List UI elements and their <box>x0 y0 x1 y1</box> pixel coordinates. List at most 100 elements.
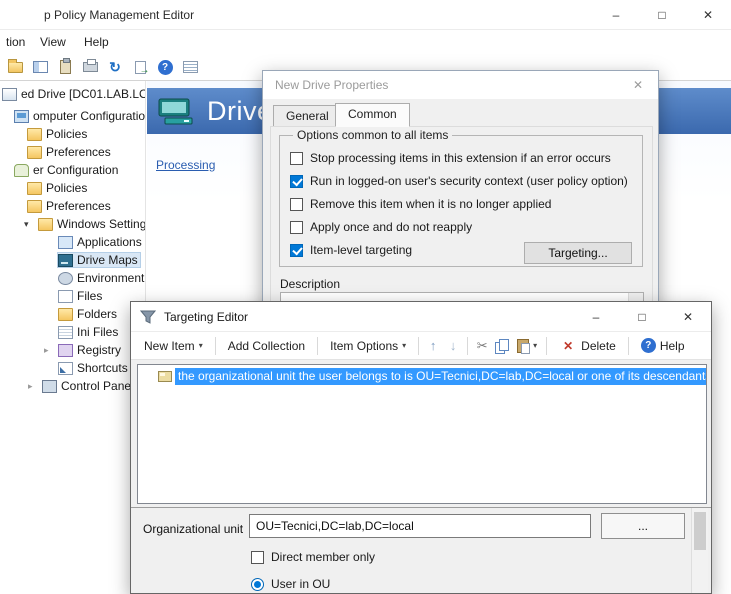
targeting-item-text: the organizational unit the user belongs… <box>175 368 706 385</box>
help-icon: ? <box>641 338 656 353</box>
toolbar-separator <box>215 337 216 355</box>
help-button[interactable]: ?Help <box>634 335 692 356</box>
show-console-tree-icon[interactable] <box>31 58 49 76</box>
option-item-level-targeting[interactable]: Item-level targeting <box>290 243 412 257</box>
checkbox-unchecked[interactable] <box>251 551 264 564</box>
menu-help[interactable]: Help <box>80 34 113 50</box>
close-icon[interactable]: ✕ <box>618 71 658 99</box>
new-item-button[interactable]: New Item▾ <box>137 336 210 356</box>
tab-general[interactable]: General <box>273 105 342 127</box>
tree-item-policies-user[interactable]: Policies <box>0 179 145 197</box>
paste-button[interactable]: ▾ <box>513 336 541 356</box>
main-titlebar: p Policy Management Editor – □ ✕ <box>0 0 731 30</box>
checkbox-checked[interactable] <box>290 244 303 257</box>
delete-button[interactable]: Delete <box>552 334 623 358</box>
option-remove-when-no-longer-applied[interactable]: Remove this item when it is no longer ap… <box>290 197 551 211</box>
option-stop-processing[interactable]: Stop processing items in this extension … <box>290 151 611 165</box>
expander-right-icon[interactable] <box>44 341 57 359</box>
folder-icon <box>58 308 73 321</box>
funnel-icon <box>140 309 156 325</box>
user-in-ou-option[interactable]: User in OU <box>251 577 330 591</box>
description-label: Description <box>280 277 340 291</box>
menu-bar: tion View Help <box>0 30 731 54</box>
tree-item-environment[interactable]: Environment <box>0 269 145 287</box>
tree-item-drive-maps[interactable]: Drive Maps <box>0 251 145 269</box>
tree-item-shortcuts[interactable]: Shortcuts <box>0 359 145 377</box>
cut-icon[interactable] <box>473 337 491 355</box>
tab-common[interactable]: Common <box>335 103 410 127</box>
browse-button[interactable]: ... <box>601 513 685 539</box>
checkbox-unchecked[interactable] <box>290 198 303 211</box>
maximize-button[interactable]: □ <box>639 0 685 30</box>
help-icon[interactable]: ? <box>156 58 174 76</box>
close-button[interactable]: ✕ <box>685 0 731 30</box>
toolbar-separator <box>628 337 629 355</box>
print-icon[interactable] <box>81 58 99 76</box>
tree-item-computer-configuration[interactable]: omputer Configuration <box>0 107 145 125</box>
up-one-level-icon[interactable] <box>6 58 24 76</box>
tree-item-gpo-root[interactable]: ed Drive [DC01.LAB.LOCA <box>0 85 145 103</box>
new-drive-properties-dialog: New Drive Properties ✕ General Common Op… <box>262 70 659 316</box>
delete-icon <box>559 337 577 355</box>
tree-item-registry[interactable]: Registry <box>0 341 145 359</box>
tree-item-windows-settings[interactable]: Windows Settings <box>0 215 145 233</box>
window-title: p Policy Management Editor <box>44 8 194 22</box>
targeting-item-selected[interactable]: the organizational unit the user belongs… <box>138 367 706 386</box>
screen: p Policy Management Editor – □ ✕ tion Vi… <box>0 0 731 594</box>
option-apply-once[interactable]: Apply once and do not reapply <box>290 220 472 234</box>
tree-item-preferences-user[interactable]: Preferences <box>0 197 145 215</box>
move-down-icon[interactable] <box>444 337 462 355</box>
tree-item-ini-files[interactable]: Ini Files <box>0 323 145 341</box>
control-panel-icon <box>42 380 57 393</box>
tree-item-files[interactable]: Files <box>0 287 145 305</box>
dialog-titlebar: Targeting Editor – □ ✕ <box>131 302 711 332</box>
computer-icon <box>14 110 29 123</box>
move-up-icon[interactable] <box>424 337 442 355</box>
menu-action[interactable]: tion <box>2 34 29 50</box>
tree-item-policies-computer[interactable]: Policies <box>0 125 145 143</box>
scrollbar-thumb[interactable] <box>694 512 706 550</box>
minimize-button[interactable]: – <box>573 302 619 332</box>
export-list-icon[interactable] <box>131 58 149 76</box>
dialog-titlebar: New Drive Properties <box>263 71 658 99</box>
refresh-icon[interactable] <box>106 58 124 76</box>
folder-icon <box>27 182 42 195</box>
close-button[interactable]: ✕ <box>665 302 711 332</box>
window-controls: – □ ✕ <box>573 302 711 332</box>
organizational-unit-input[interactable] <box>249 514 591 538</box>
expander-down-icon[interactable] <box>24 215 37 233</box>
targeting-button[interactable]: Targeting... <box>524 242 632 264</box>
tree-item-control-panel-settings[interactable]: Control Panel Sett <box>0 377 145 395</box>
copy-icon[interactable] <box>493 337 511 355</box>
processing-link[interactable]: Processing <box>156 158 215 172</box>
direct-member-only-option[interactable]: Direct member only <box>251 550 375 564</box>
toolbar-separator <box>317 337 318 355</box>
tree-item-user-configuration[interactable]: er Configuration <box>0 161 145 179</box>
tree-item-folders[interactable]: Folders <box>0 305 145 323</box>
clipboard-icon[interactable] <box>56 58 74 76</box>
add-collection-button[interactable]: Add Collection <box>221 336 312 356</box>
option-run-in-user-context[interactable]: Run in logged-on user's security context… <box>290 174 628 188</box>
drive-icon <box>157 96 197 126</box>
checkbox-checked[interactable] <box>290 175 303 188</box>
environment-icon <box>58 272 73 285</box>
list-view-icon[interactable] <box>181 58 199 76</box>
minimize-button[interactable]: – <box>593 0 639 30</box>
tree-item-preferences-computer[interactable]: Preferences <box>0 143 145 161</box>
scrollbar[interactable] <box>691 508 708 593</box>
targeting-items-list[interactable]: the organizational unit the user belongs… <box>137 364 707 504</box>
menu-view[interactable]: View <box>36 34 70 50</box>
item-detail-panel: Organizational unit ... Direct member on… <box>131 508 711 593</box>
dialog-title: New Drive Properties <box>275 78 388 92</box>
radio-selected[interactable] <box>251 578 264 591</box>
checkbox-unchecked[interactable] <box>290 152 303 165</box>
options-group-title: Options common to all items <box>293 128 452 142</box>
chevron-down-icon: ▾ <box>533 341 537 350</box>
folder-icon <box>27 200 42 213</box>
checkbox-unchecked[interactable] <box>290 221 303 234</box>
expander-right-icon[interactable] <box>28 377 41 395</box>
maximize-button[interactable]: □ <box>619 302 665 332</box>
item-options-button[interactable]: Item Options▾ <box>323 336 413 356</box>
tree-item-applications[interactable]: Applications <box>0 233 145 251</box>
shortcuts-icon <box>58 362 73 375</box>
